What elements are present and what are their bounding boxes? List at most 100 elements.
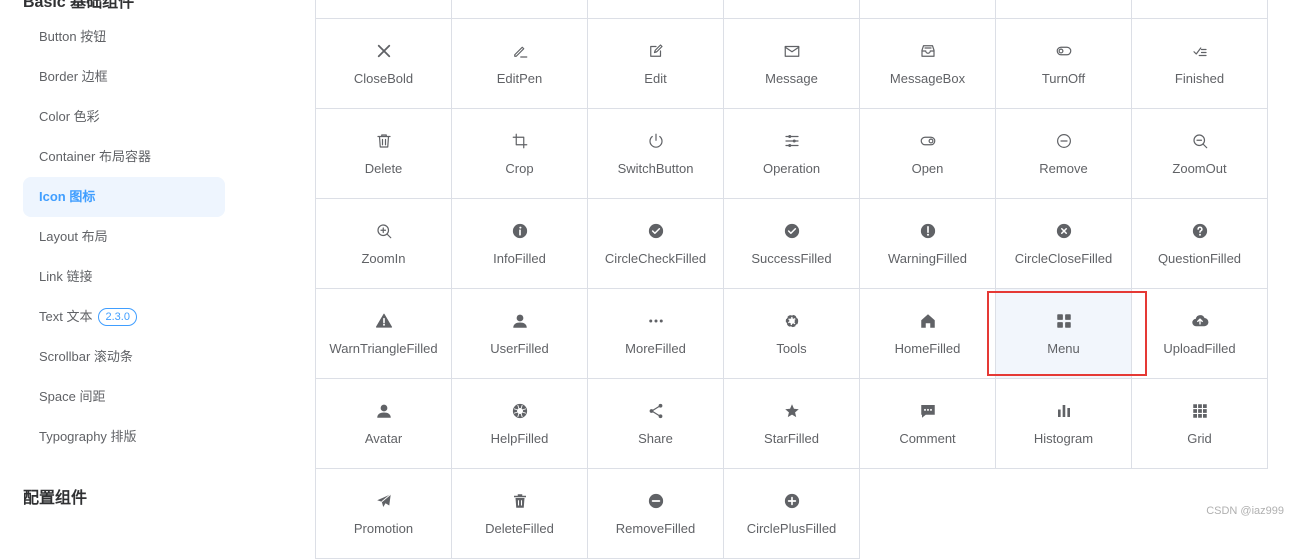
icon-cell[interactable] xyxy=(724,0,860,19)
sidebar-item[interactable]: Button 按钮 xyxy=(23,17,225,57)
icon-cell[interactable]: ZoomIn xyxy=(316,199,452,289)
icon-label: Histogram xyxy=(1033,431,1094,446)
zoom-out-icon xyxy=(1190,131,1210,151)
icon-label: MoreFilled xyxy=(625,341,686,356)
icon-cell[interactable] xyxy=(1132,0,1268,19)
icon-cell[interactable] xyxy=(860,0,996,19)
icon-cell[interactable]: Avatar xyxy=(316,379,452,469)
icon-cell[interactable]: CloseBold xyxy=(316,19,452,109)
icon-cell[interactable]: ZoomOut xyxy=(1132,109,1268,199)
icon-cell[interactable]: Open xyxy=(860,109,996,199)
icon-label: ZoomOut xyxy=(1172,161,1227,176)
circle-close-filled-icon xyxy=(1054,221,1074,241)
icon-cell[interactable]: QuestionFilled xyxy=(1132,199,1268,289)
icon-cell[interactable]: Message xyxy=(724,19,860,109)
sidebar-item-label: Link 链接 xyxy=(39,269,93,284)
icon-cell[interactable]: SuccessFilled xyxy=(724,199,860,289)
icon-cell[interactable]: SwitchButton xyxy=(588,109,724,199)
user-filled-icon xyxy=(510,311,530,331)
icon-cell[interactable]: UserFilled xyxy=(452,289,588,379)
icon-label: Message xyxy=(765,71,818,86)
icon-cell[interactable]: UploadFilled xyxy=(1132,289,1268,379)
icon-cell[interactable]: Menu xyxy=(996,289,1132,379)
icon-cell[interactable]: Tools xyxy=(724,289,860,379)
icon-label: SwitchButton xyxy=(617,161,694,176)
sidebar-item-label: Container 布局容器 xyxy=(39,149,151,164)
circle-check-filled-icon xyxy=(646,221,666,241)
warn-triangle-filled-icon xyxy=(374,311,394,331)
icon-label: CirclePlusFilled xyxy=(746,521,837,536)
icon-cell[interactable]: CircleCheckFilled xyxy=(588,199,724,289)
icon-cell[interactable]: Grid xyxy=(1132,379,1268,469)
sidebar-item[interactable]: Text 文本 2.3.0 xyxy=(23,297,225,337)
sidebar-item[interactable]: Border 边框 xyxy=(23,57,225,97)
message-box-icon xyxy=(918,41,938,61)
sidebar-item[interactable]: Icon 图标 xyxy=(23,177,225,217)
icon-cell[interactable] xyxy=(588,0,724,19)
icon-label: WarnTriangleFilled xyxy=(329,341,438,356)
finished-icon xyxy=(1190,41,1210,61)
icon-cell[interactable]: WarnTriangleFilled xyxy=(316,289,452,379)
delete-filled-icon xyxy=(510,491,530,511)
sidebar-item[interactable]: Container 布局容器 xyxy=(23,137,225,177)
icon-cell[interactable]: Histogram xyxy=(996,379,1132,469)
icon-cell[interactable]: Comment xyxy=(860,379,996,469)
icon-cell[interactable]: Promotion xyxy=(316,469,452,559)
icon-label: Operation xyxy=(762,161,821,176)
icon-cell[interactable]: WarningFilled xyxy=(860,199,996,289)
icon-cell[interactable]: HomeFilled xyxy=(860,289,996,379)
icon-label: UploadFilled xyxy=(1163,341,1236,356)
icon-cell[interactable]: MessageBox xyxy=(860,19,996,109)
more-filled-icon xyxy=(646,311,666,331)
icon-label: UserFilled xyxy=(490,341,549,356)
icon-cell[interactable]: MoreFilled xyxy=(588,289,724,379)
icon-cell[interactable]: Remove xyxy=(996,109,1132,199)
icon-cell[interactable] xyxy=(996,0,1132,19)
icon-cell[interactable]: Crop xyxy=(452,109,588,199)
icon-cell[interactable]: CircleCloseFilled xyxy=(996,199,1132,289)
icon-label: Grid xyxy=(1187,431,1212,446)
sidebar-item[interactable]: Link 链接 xyxy=(23,257,225,297)
remove-filled-icon xyxy=(646,491,666,511)
sidebar-item[interactable]: Space 间距 xyxy=(23,377,225,417)
icon-cell[interactable] xyxy=(452,0,588,19)
message-icon xyxy=(782,41,802,61)
icon-label: QuestionFilled xyxy=(1157,251,1242,266)
sidebar-item[interactable]: Layout 布局 xyxy=(23,217,225,257)
icon-label: EditPen xyxy=(496,71,543,86)
share-icon xyxy=(646,401,666,421)
icon-cell[interactable]: Operation xyxy=(724,109,860,199)
tools-icon xyxy=(782,311,802,331)
icon-cell[interactable]: Finished xyxy=(1132,19,1268,109)
icon-cell[interactable]: HelpFilled xyxy=(452,379,588,469)
switch-button-icon xyxy=(646,131,666,151)
icon-cell[interactable]: StarFilled xyxy=(724,379,860,469)
icon-label: WarningFilled xyxy=(888,251,967,266)
sidebar-item[interactable]: Scrollbar 滚动条 xyxy=(23,337,225,377)
icon-label: HomeFilled xyxy=(894,341,961,356)
sidebar-item[interactable]: Color 色彩 xyxy=(23,97,225,137)
icon-grid: CloseBold EditPen Edit Message MessageBox Tur… xyxy=(315,0,1268,559)
icon-cell[interactable]: EditPen xyxy=(452,19,588,109)
sidebar-item-label: Typography 排版 xyxy=(39,429,137,444)
operation-icon xyxy=(782,131,802,151)
icon-label: Tools xyxy=(776,341,807,356)
icon-cell[interactable]: Delete xyxy=(316,109,452,199)
icon-label: CircleCheckFilled xyxy=(604,251,707,266)
sidebar: Basic 基础组件 Button 按钮 Border 边框 Color 色彩 Con… xyxy=(0,0,300,525)
icon-cell[interactable]: Edit xyxy=(588,19,724,109)
sidebar-item[interactable]: Typography 排版 xyxy=(23,417,225,457)
icon-cell[interactable]: CirclePlusFilled xyxy=(724,469,860,559)
group-title-config: 配置组件 xyxy=(23,490,88,507)
question-filled-icon xyxy=(1190,221,1210,241)
icon-cell[interactable] xyxy=(316,0,452,19)
success-filled-icon xyxy=(782,221,802,241)
icon-cell[interactable]: Share xyxy=(588,379,724,469)
help-filled-icon xyxy=(510,401,530,421)
sidebar-item-label: Scrollbar 滚动条 xyxy=(39,349,133,364)
icon-cell[interactable]: DeleteFilled xyxy=(452,469,588,559)
remove-icon xyxy=(1054,131,1074,151)
icon-cell[interactable]: TurnOff xyxy=(996,19,1132,109)
icon-cell[interactable]: InfoFilled xyxy=(452,199,588,289)
icon-cell[interactable]: RemoveFilled xyxy=(588,469,724,559)
